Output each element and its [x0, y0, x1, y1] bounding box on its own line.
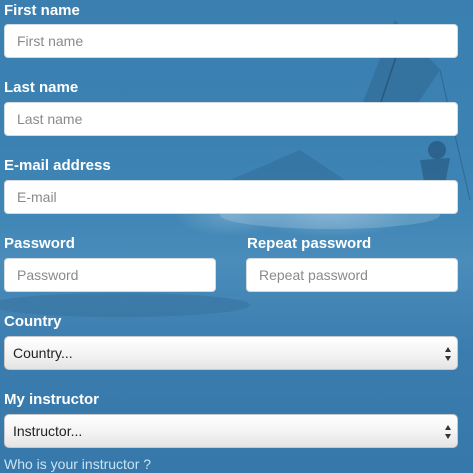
repeat-password-label: Repeat password	[247, 235, 372, 252]
country-select-value: Country...	[13, 345, 73, 361]
password-input[interactable]	[4, 258, 216, 292]
select-arrows-icon	[445, 347, 451, 361]
instructor-select[interactable]: Instructor...	[4, 414, 458, 448]
password-label: Password	[4, 235, 75, 252]
instructor-help-link[interactable]: Who is your instructor ?	[4, 456, 151, 472]
last-name-label: Last name	[4, 79, 79, 96]
select-arrows-icon	[445, 425, 451, 439]
country-select[interactable]: Country...	[4, 336, 458, 370]
first-name-label: First name	[4, 2, 80, 19]
last-name-input[interactable]	[4, 102, 458, 136]
first-name-input[interactable]	[4, 24, 458, 58]
email-input[interactable]	[4, 180, 458, 214]
repeat-password-input[interactable]	[246, 258, 458, 292]
instructor-select-value: Instructor...	[13, 423, 83, 439]
email-label: E-mail address	[4, 157, 111, 174]
instructor-label: My instructor	[4, 391, 100, 408]
country-label: Country	[4, 313, 62, 330]
